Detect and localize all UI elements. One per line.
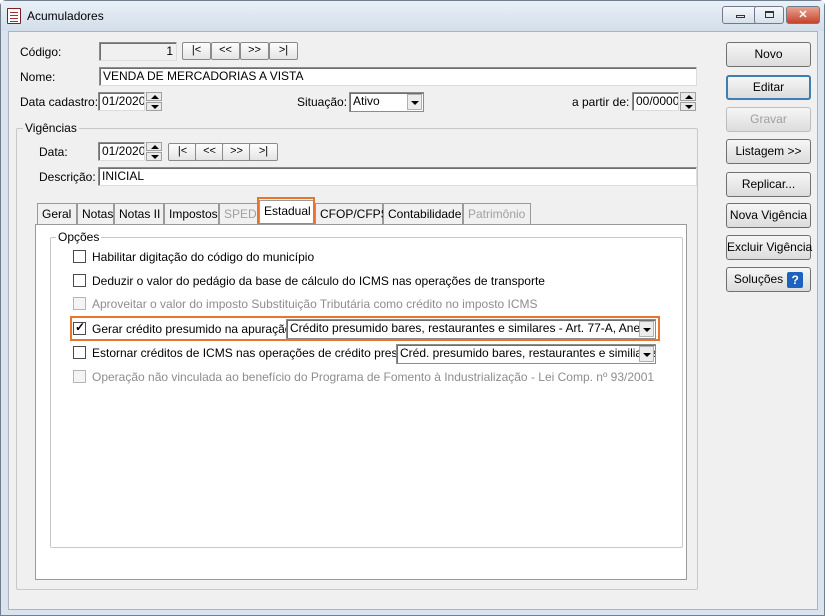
codigo-field[interactable]: 1 (99, 42, 177, 61)
a-partir-spinner[interactable] (680, 92, 696, 111)
tab-cfop-cfps[interactable]: CFOP/CFPS (315, 203, 389, 224)
vigencias-title: Vigências (23, 121, 79, 135)
habilitar-codigo-municipio-label: Habilitar digitação do código do municíp… (92, 250, 315, 264)
spin-up-icon[interactable] (146, 142, 162, 151)
gerar-credito-presumido-label: Gerar crédito presumido na apuração (92, 322, 292, 336)
spin-up-icon[interactable] (146, 92, 162, 101)
estornar-creditos-label: Estornar créditos de ICMS nas operações … (92, 346, 431, 360)
habilitar-codigo-municipio-checkbox[interactable] (73, 250, 86, 263)
tab-notas[interactable]: Notas (77, 203, 114, 224)
spin-down-icon[interactable] (680, 102, 696, 111)
a-partir-label: a partir de: (572, 95, 630, 109)
maximize-icon (764, 11, 774, 18)
estornar-creditos-checkbox[interactable] (73, 346, 86, 359)
descricao-label: Descrição: (39, 170, 96, 184)
a-partir-field[interactable]: 00/0000 (632, 92, 679, 111)
excluir-vigencia-button[interactable]: Excluir Vigência (726, 235, 812, 260)
tab-strip: Geral Notas Notas II Impostos SPED Estad… (37, 200, 687, 225)
form-client-area: Código: 1 |< << >> >| Nome: VENDA DE MER… (8, 31, 818, 610)
minimize-button[interactable] (722, 6, 758, 24)
editar-button[interactable]: Editar (726, 75, 811, 100)
tab-patrimonio: Patrimônio (463, 203, 531, 224)
tab-sped: SPED (219, 203, 259, 224)
chevron-down-icon[interactable] (407, 94, 422, 110)
deduzir-pedagio-label: Deduzir o valor do pedágio da base de cá… (92, 274, 545, 288)
vigencia-nav-prev-button[interactable]: << (195, 143, 224, 161)
codigo-label: Código: (20, 45, 62, 59)
title-bar: Acumuladores ✕ (1, 1, 824, 31)
chevron-down-icon[interactable] (639, 321, 654, 337)
deduzir-pedagio-checkbox[interactable] (73, 274, 86, 287)
solucoes-button[interactable]: Soluções? (726, 267, 811, 292)
vigencia-data-label: Data: (39, 145, 68, 159)
data-cadastro-label: Data cadastro: (20, 95, 99, 109)
vigencia-data-field[interactable]: 01/2020 (98, 142, 145, 161)
gerar-credito-presumido-checkbox[interactable]: ✓ (73, 320, 86, 335)
checkmark-icon: ✓ (75, 320, 86, 334)
situacao-value: Ativo (353, 94, 380, 108)
estorno-credito-value: Créd. presumido bares, restaurantes e si… (400, 346, 656, 360)
nome-field[interactable]: VENDA DE MERCADORIAS A VISTA (99, 67, 697, 86)
situacao-label: Situação: (297, 95, 348, 109)
close-button[interactable]: ✕ (786, 6, 820, 24)
tab-estadual-highlight (257, 197, 315, 225)
situacao-select[interactable]: Ativo (349, 92, 424, 112)
credito-presumido-value: Crédito presumido bares, restaurantes e … (290, 321, 656, 335)
vigencia-nav-last-button[interactable]: >| (249, 143, 278, 161)
aproveitar-st-label: Aproveitar o valor do imposto Substituiç… (92, 297, 538, 311)
chevron-down-icon[interactable] (639, 346, 654, 362)
vigencia-nav-next-button[interactable]: >> (222, 143, 251, 161)
minimize-icon (735, 15, 745, 18)
app-icon (7, 8, 21, 24)
nome-label: Nome: (20, 70, 56, 84)
tab-geral[interactable]: Geral (37, 203, 77, 224)
vigencia-data-spinner[interactable] (146, 142, 162, 161)
tab-contabilidade[interactable]: Contabilidade (383, 203, 463, 224)
data-cadastro-spinner[interactable] (146, 92, 162, 111)
estorno-credito-select[interactable]: Créd. presumido bares, restaurantes e si… (396, 344, 656, 364)
replicar-button[interactable]: Replicar... (726, 172, 811, 197)
vigencia-nav-first-button[interactable]: |< (168, 143, 197, 161)
data-cadastro-field[interactable]: 01/2020 (98, 92, 145, 111)
operacao-nao-vinculada-checkbox (73, 370, 86, 383)
descricao-field[interactable]: INICIAL (98, 167, 697, 186)
nav-next-button[interactable]: >> (240, 42, 269, 60)
operacao-nao-vinculada-label: Operação não vinculada ao benefício do P… (92, 370, 655, 384)
close-icon: ✕ (798, 9, 808, 21)
nav-prev-button[interactable]: << (211, 42, 240, 60)
maximize-button[interactable] (754, 6, 784, 24)
tab-notas-ii[interactable]: Notas II (114, 203, 164, 224)
opcoes-title: Opções (56, 230, 102, 244)
aproveitar-st-checkbox (73, 297, 86, 310)
window-title: Acumuladores (27, 9, 104, 23)
listagem-button[interactable]: Listagem >> (726, 139, 811, 164)
solucoes-label: Soluções (733, 272, 784, 286)
tab-impostos[interactable]: Impostos (164, 203, 219, 224)
nav-last-button[interactable]: >| (269, 42, 298, 60)
spin-up-icon[interactable] (680, 92, 696, 101)
credito-presumido-select[interactable]: Crédito presumido bares, restaurantes e … (286, 319, 656, 339)
spin-down-icon[interactable] (146, 102, 162, 111)
app-window: Acumuladores ✕ Código: 1 |< << >> >| Nom… (0, 0, 825, 616)
gravar-button: Gravar (726, 107, 811, 132)
nova-vigencia-button[interactable]: Nova Vigência (726, 203, 811, 228)
spin-down-icon[interactable] (146, 152, 162, 161)
nav-first-button[interactable]: |< (182, 42, 211, 60)
help-icon: ? (787, 271, 804, 288)
novo-button[interactable]: Novo (726, 42, 811, 67)
